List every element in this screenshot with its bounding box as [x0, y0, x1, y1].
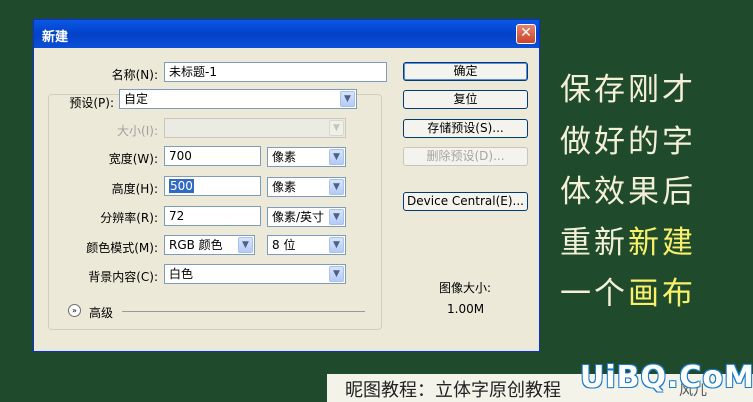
background-label: 背景内容(C): — [88, 270, 158, 284]
bit-depth-value: 8 位 — [272, 238, 296, 252]
expand-advanced-icon[interactable]: » — [68, 304, 81, 317]
chevron-down-icon: ▼ — [238, 237, 253, 253]
width-unit-select[interactable]: 像素 ▼ — [267, 147, 346, 167]
chevron-down-icon: ▼ — [329, 237, 344, 253]
width-input[interactable]: 700 — [164, 146, 261, 166]
dialog-title: 新建 — [42, 30, 69, 45]
chevron-down-icon: ▼ — [329, 179, 344, 195]
chevron-down-icon: ▼ — [340, 91, 355, 107]
resolution-unit-select[interactable]: 像素/英寸 ▼ — [267, 207, 346, 227]
device-central-button[interactable]: Device Central(E)... — [403, 192, 528, 211]
site-watermark: UiBQ.CoM — [580, 360, 753, 395]
image-size-value: 1.00M — [447, 302, 485, 316]
height-value-selected: 500 — [169, 179, 194, 193]
chevron-down-icon: ▼ — [329, 209, 344, 225]
dialog-titlebar: 新建 ✕ — [34, 20, 539, 48]
side-text-line4-white: 重新 — [560, 225, 628, 261]
size-label: 大小(I): — [117, 124, 158, 138]
caption-text: 昵图教程：立体字原创教程 — [345, 380, 561, 401]
chevron-down-icon: ▼ — [329, 149, 344, 165]
bit-depth-select[interactable]: 8 位 ▼ — [267, 235, 346, 255]
side-text-line4: 重新新建 — [560, 217, 696, 262]
width-label: 宽度(W): — [108, 152, 158, 166]
width-unit-value: 像素 — [272, 150, 297, 164]
resolution-input[interactable]: 72 — [164, 206, 261, 226]
resolution-unit-value: 像素/英寸 — [272, 210, 325, 224]
side-text-line3: 体效果后 — [560, 174, 696, 210]
reset-button[interactable]: 复位 — [403, 90, 528, 109]
preset-select[interactable]: 自定 ▼ — [119, 89, 357, 109]
background-select[interactable]: 白色 ▼ — [164, 264, 346, 284]
ok-button[interactable]: 确定 — [403, 62, 528, 81]
height-unit-value: 像素 — [272, 180, 297, 194]
name-label: 名称(N): — [111, 68, 158, 82]
close-button[interactable]: ✕ — [516, 24, 536, 44]
name-input[interactable]: 未标题-1 — [164, 62, 387, 82]
tutorial-stage: 新建 ✕ 名称(N): 未标题-1 预设(P): 自定 ▼ 大小(I): ▼ 宽… — [0, 0, 753, 402]
resolution-label: 分辨率(R): — [100, 211, 158, 225]
chevron-down-icon: ▼ — [329, 266, 344, 282]
side-text-line4-yellow: 新建 — [628, 225, 696, 261]
preset-value: 自定 — [124, 92, 149, 106]
size-select: ▼ — [164, 118, 346, 138]
new-document-dialog: 新建 ✕ 名称(N): 未标题-1 预设(P): 自定 ▼ 大小(I): ▼ 宽… — [33, 19, 540, 352]
height-input[interactable]: 500 — [164, 176, 261, 196]
side-text-line5-yellow: 画布 — [628, 276, 696, 312]
delete-preset-button: 删除预设(D)... — [403, 147, 528, 166]
preset-label: 预设(P): — [69, 96, 114, 110]
side-text-line5: 一个画布 — [560, 268, 696, 313]
side-text-line5-white: 一个 — [560, 276, 628, 312]
save-preset-button[interactable]: 存储预设(S)... — [403, 119, 528, 138]
image-size-label: 图像大小: — [439, 281, 492, 295]
background-value: 白色 — [169, 267, 194, 281]
color-mode-select[interactable]: RGB 颜色 ▼ — [164, 235, 255, 255]
color-mode-label: 颜色模式(M): — [86, 241, 158, 255]
side-text-line2: 做好的字 — [560, 124, 696, 160]
advanced-label[interactable]: 高级 — [89, 304, 113, 321]
advanced-divider — [122, 311, 365, 312]
height-label: 高度(H): — [111, 182, 158, 196]
side-text-line1: 保存刚才 — [560, 72, 696, 108]
chevron-down-icon: ▼ — [329, 120, 344, 136]
color-mode-value: RGB 颜色 — [169, 238, 223, 252]
height-unit-select[interactable]: 像素 ▼ — [267, 177, 346, 197]
